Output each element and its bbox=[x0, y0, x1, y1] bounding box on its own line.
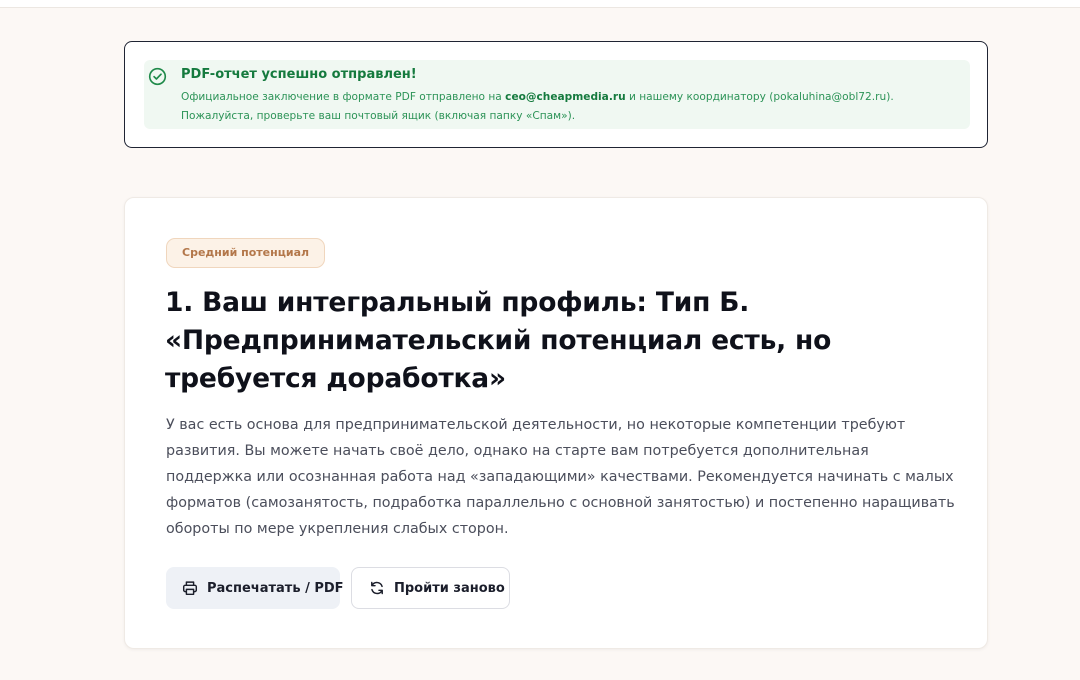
result-description: У вас есть основа для предпринимательско… bbox=[166, 417, 955, 537]
print-pdf-button[interactable]: Распечатать / PDF bbox=[166, 567, 344, 609]
success-notice-container: PDF-отчет успешно отправлен! Официальное… bbox=[124, 41, 988, 148]
print-pdf-label: Распечатать / PDF bbox=[207, 580, 344, 596]
notice-email: ceo@cheapmedia.ru bbox=[505, 91, 626, 103]
refresh-icon bbox=[371, 581, 383, 595]
result-card: Средний потенциал 1. Ваш интегральный пр… bbox=[124, 197, 988, 649]
notice-message-prefix: Официальное заключение в формате PDF отп… bbox=[181, 91, 506, 103]
success-notice: PDF-отчет успешно отправлен! Официальное… bbox=[144, 60, 970, 129]
retake-test-label: Пройти заново bbox=[394, 580, 505, 596]
retake-test-button[interactable]: Пройти заново bbox=[351, 567, 510, 609]
check-circle-icon bbox=[148, 67, 167, 86]
top-header-strip bbox=[0, 0, 1080, 8]
notice-title: PDF-отчет успешно отправлен! bbox=[181, 67, 417, 82]
potential-badge: Средний потенциал bbox=[166, 238, 326, 268]
printer-icon bbox=[182, 581, 198, 596]
notice-message: Официальное заключение в формате PDF отп… bbox=[181, 88, 961, 126]
result-title: 1. Ваш интегральный профиль: Тип Б. «Пре… bbox=[165, 287, 832, 394]
